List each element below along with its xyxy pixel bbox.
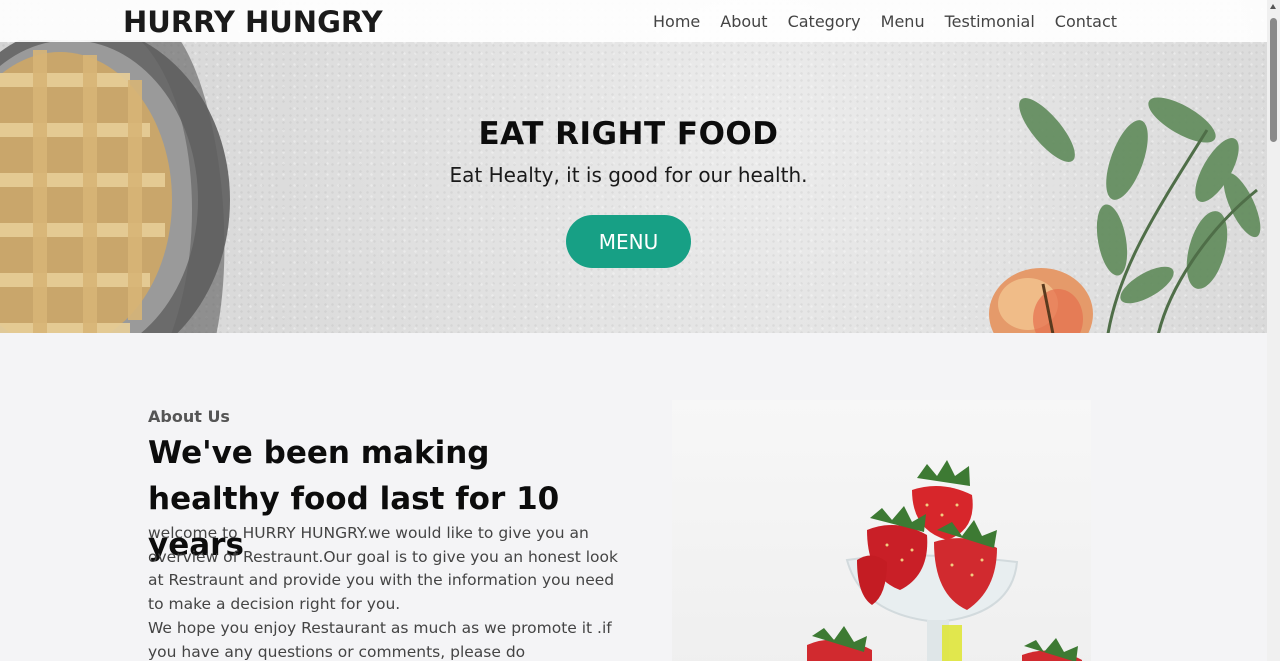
top-navbar: HURRY HUNGRY Home About Category Menu Te… <box>0 0 1267 42</box>
menu-button[interactable]: MENU <box>566 215 691 268</box>
nav-menu[interactable]: Menu <box>881 12 925 31</box>
hero-subtitle: Eat Healty, it is good for our health. <box>449 163 808 187</box>
strawberries-illustration <box>807 460 1082 661</box>
nav-about[interactable]: About <box>720 12 767 31</box>
hero-banner: EAT RIGHT FOOD Eat Healty, it is good fo… <box>0 0 1267 333</box>
scroll-thumb[interactable] <box>1270 18 1277 142</box>
nav-menu: Home About Category Menu Testimonial Con… <box>653 12 1137 31</box>
nav-contact[interactable]: Contact <box>1055 12 1117 31</box>
about-label: About Us <box>148 407 230 426</box>
scroll-up-arrow-icon[interactable] <box>1270 4 1276 9</box>
nav-testimonial[interactable]: Testimonial <box>945 12 1035 31</box>
nav-home[interactable]: Home <box>653 12 700 31</box>
about-paragraph: We hope you enjoy Restaurant as much as … <box>148 618 612 661</box>
apple-image <box>989 268 1093 333</box>
strawberries-in-glass-image <box>672 400 1091 661</box>
about-paragraph: welcome to HURRY HUNGRY.we would like to… <box>148 524 618 614</box>
brand-logo[interactable]: HURRY HUNGRY <box>123 5 383 39</box>
page-scrollbar[interactable] <box>1267 0 1280 661</box>
nav-category[interactable]: Category <box>788 12 861 31</box>
about-description: welcome to HURRY HUNGRY.we would like to… <box>148 522 618 661</box>
hero-title: EAT RIGHT FOOD <box>478 116 779 152</box>
